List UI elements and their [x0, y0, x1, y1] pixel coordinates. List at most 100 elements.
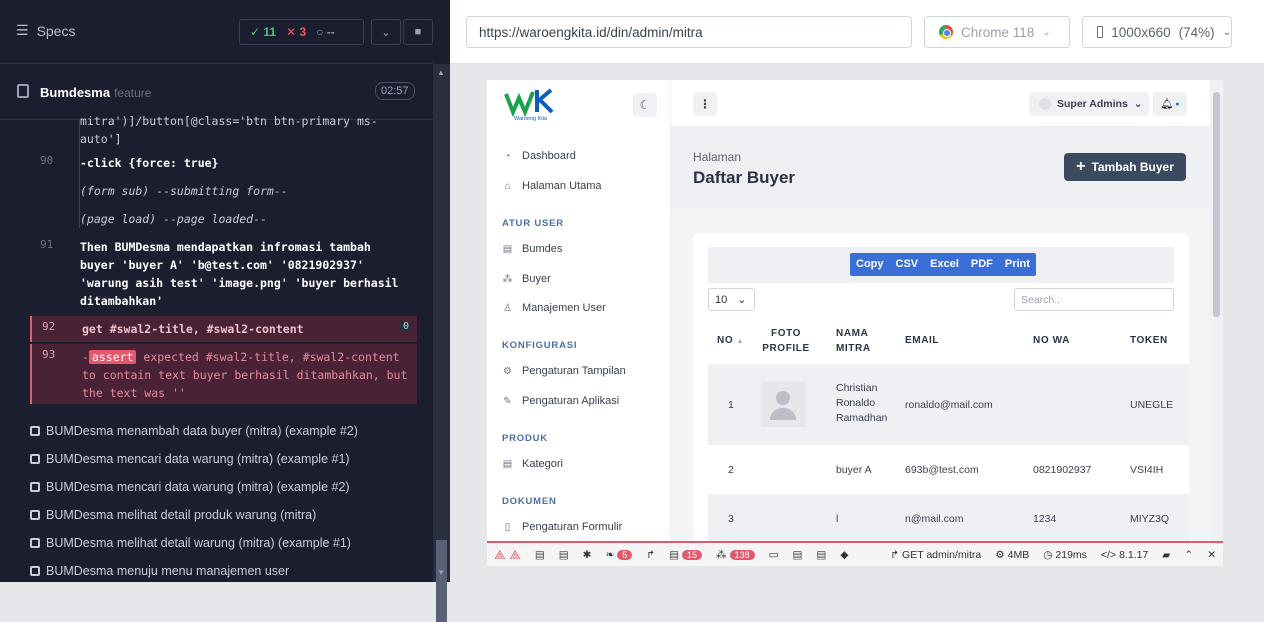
browser-select[interactable]: Chrome 118 ⌄	[924, 16, 1070, 48]
runner-panel: ☰ Specs ✓ 11 ✕ 3 ○ -- ⌄ ■ Bumdesma featur…	[0, 0, 450, 622]
command-row[interactable]: (page load) --page loaded--	[30, 210, 417, 236]
sidebar-item-dashboard[interactable]: ◔ Dashboard	[502, 150, 575, 162]
chevron-down-icon[interactable]: ⌄	[371, 19, 401, 45]
step-row[interactable]: 91 Then BUMDesma mendapatkan infromasi t…	[30, 238, 417, 312]
runner-scrollbar[interactable]: ▲ ▼	[433, 64, 450, 622]
sidebar-item-bumdes[interactable]: ▤ Bumdes	[502, 243, 563, 255]
col-header-foto[interactable]: FOTO PROFILE	[761, 326, 811, 356]
chrome-icon	[939, 25, 953, 39]
test-item[interactable]: BUMDesma mencari data warung (mitra) (ex…	[30, 452, 350, 466]
sidebar-item-kategori[interactable]: ▤ Kategori	[502, 458, 563, 470]
assert-error-row[interactable]: 93 - assert expected #swal2-title, #swal2…	[30, 344, 417, 404]
page-header: Halaman Daftar Buyer + Tambah Buyer	[671, 127, 1223, 209]
route-info[interactable]: ↱ GET admin/mitra	[883, 549, 988, 561]
scroll-down-icon[interactable]: ▼	[437, 568, 445, 577]
checkbox-icon	[30, 510, 40, 520]
test-item[interactable]: BUMDesma mencari data warung (mitra) (ex…	[30, 480, 350, 494]
sidebar-item-pengaturan-tampilan[interactable]: ⚙ Pengaturan Tampilan	[502, 365, 626, 377]
search-input[interactable]: Search..	[1014, 288, 1174, 311]
tags-icon[interactable]: ◆	[833, 549, 855, 561]
add-buyer-button[interactable]: + Tambah Buyer	[1064, 153, 1186, 181]
breadcrumb: Halaman	[693, 150, 742, 164]
list-icon[interactable]: ▤	[786, 549, 810, 561]
specs-toggle[interactable]: ☰ Specs	[16, 22, 75, 39]
user-menu[interactable]: Super Admins ⌄	[1029, 92, 1149, 116]
stop-button[interactable]: ■	[403, 19, 433, 45]
excel-button[interactable]: Excel	[924, 253, 965, 276]
command-row[interactable]: 90 -click {force: true}	[30, 154, 417, 180]
user-cog-icon: ♙	[503, 302, 512, 314]
col-header-nama[interactable]: NAMA MITRA	[836, 326, 881, 356]
database-icon: ▤	[502, 458, 513, 470]
scroll-thumb[interactable]	[1213, 92, 1220, 317]
laravel-icon[interactable]: ⟁ ⟁	[487, 547, 528, 563]
bug-icon[interactable]: ✱	[576, 549, 599, 561]
cogs-icon: ⚙	[995, 548, 1005, 561]
timeline-icon[interactable]: ▤	[552, 549, 576, 561]
table-row[interactable]: 3 l n@mail.com 1234 MIYZ3Q	[708, 494, 1189, 543]
close-icon[interactable]: ✕	[1200, 549, 1223, 561]
command-row-failed[interactable]: 92 get #swal2-title, #swal2-content 0	[30, 316, 417, 342]
test-item[interactable]: BUMDesma menambah data buyer (mitra) (ex…	[30, 424, 358, 438]
url-field[interactable]: https://waroengkita.id/din/admin/mitra	[466, 16, 912, 48]
route-icon[interactable]: ↱	[639, 549, 662, 561]
copy-button[interactable]: Copy	[850, 253, 890, 276]
col-header-email[interactable]: EMAIL	[905, 333, 939, 348]
specs-icon: ☰	[16, 22, 29, 38]
col-header-no[interactable]: NO ▲	[717, 333, 744, 349]
page-title: Daftar Buyer	[693, 168, 796, 187]
avatar	[1039, 98, 1051, 110]
sidebar-item-pengaturan-aplikasi[interactable]: ✎ Pengaturan Aplikasi	[502, 395, 619, 407]
table-row[interactable]: 1 Christian Ronaldo Ramadhan ronaldo@mai…	[708, 364, 1189, 445]
sidebar-item-pengaturan-formulir[interactable]: ▯ Pengaturan Formulir	[502, 521, 623, 533]
sidebar-item-halaman-utama[interactable]: ⌂ Halaman Utama	[502, 180, 601, 192]
pdf-button[interactable]: PDF	[965, 253, 999, 276]
folder-icon[interactable]: ▰	[1155, 549, 1177, 561]
checkbox-icon	[30, 538, 40, 548]
dark-mode-toggle[interactable]: ☾	[633, 93, 657, 117]
page-length-select[interactable]: 10 ⌄	[708, 288, 755, 311]
menu-icon[interactable]: ⋮	[693, 92, 717, 116]
queries-tab[interactable]: ▤ 15	[662, 549, 709, 561]
element-count: 0	[400, 321, 413, 332]
col-header-token[interactable]: TOKEN	[1130, 333, 1168, 348]
table-row[interactable]: 2 buyer A 693b@test.com 0821902937 VSI4I…	[708, 445, 1189, 494]
chevron-up-icon[interactable]: ⌃	[1177, 549, 1200, 561]
checkbox-icon	[30, 426, 40, 436]
avatar	[761, 382, 806, 427]
assert-badge: assert	[88, 350, 137, 364]
test-item[interactable]: BUMDesma melihat detail produk warung (m…	[30, 508, 316, 522]
leaf-tab[interactable]: ❧ 5	[598, 549, 639, 561]
inbox-icon[interactable]: ▭	[762, 549, 786, 561]
command-row[interactable]: (form sub) --submitting form--	[30, 182, 417, 208]
print-button[interactable]: Print	[999, 253, 1036, 276]
test-item[interactable]: BUMDesma melihat detail warung (mitra) (…	[30, 536, 351, 550]
share-icon: ↱	[890, 548, 900, 561]
gear-icon: ⚙	[503, 365, 512, 377]
buyer-table-card: Copy CSV Excel PDF Print 10 ⌄ Search.. NO…	[693, 233, 1189, 566]
specs-header: ☰ Specs ✓ 11 ✕ 3 ○ -- ⌄ ■	[0, 0, 433, 64]
leaf-icon: ❧	[605, 548, 615, 561]
chevron-down-icon: ⌄	[1042, 26, 1051, 38]
col-header-no-wa[interactable]: NO WA	[1033, 333, 1070, 348]
plus-icon: +	[1076, 158, 1086, 175]
sidebar-item-buyer[interactable]: ⁂ Buyer	[502, 273, 551, 285]
scroll-up-icon[interactable]: ▲	[437, 68, 445, 77]
checkbox-icon	[30, 482, 40, 492]
test-item[interactable]: BUMDesma menuju menu manajemen user	[30, 564, 289, 578]
messages-icon[interactable]: ▤	[528, 549, 552, 561]
feature-duration: 02:57	[375, 82, 415, 100]
scroll-thumb[interactable]	[436, 540, 447, 622]
csv-button[interactable]: CSV	[890, 253, 925, 276]
sidebar-item-manajemen-user[interactable]: ♙ Manajemen User	[502, 302, 606, 314]
sidebar-section-konfigurasi: KONFIGURASI	[502, 340, 578, 351]
models-tab[interactable]: ⁂ 138	[709, 549, 762, 561]
table-icon[interactable]: ▤	[809, 549, 833, 561]
app-scrollbar[interactable]	[1210, 80, 1223, 566]
sidebar-section-produk: PRODUK	[502, 433, 548, 444]
viewport-info[interactable]: 1000x660 (74%) ⌄	[1082, 16, 1232, 48]
command-row[interactable]: mitra')]/button[@class='btn btn-primary …	[30, 112, 417, 152]
wrench-icon: ✎	[503, 395, 512, 407]
bell-icon[interactable]: 🔔︎ ●	[1153, 92, 1187, 116]
pending-count: ○ --	[316, 25, 335, 39]
